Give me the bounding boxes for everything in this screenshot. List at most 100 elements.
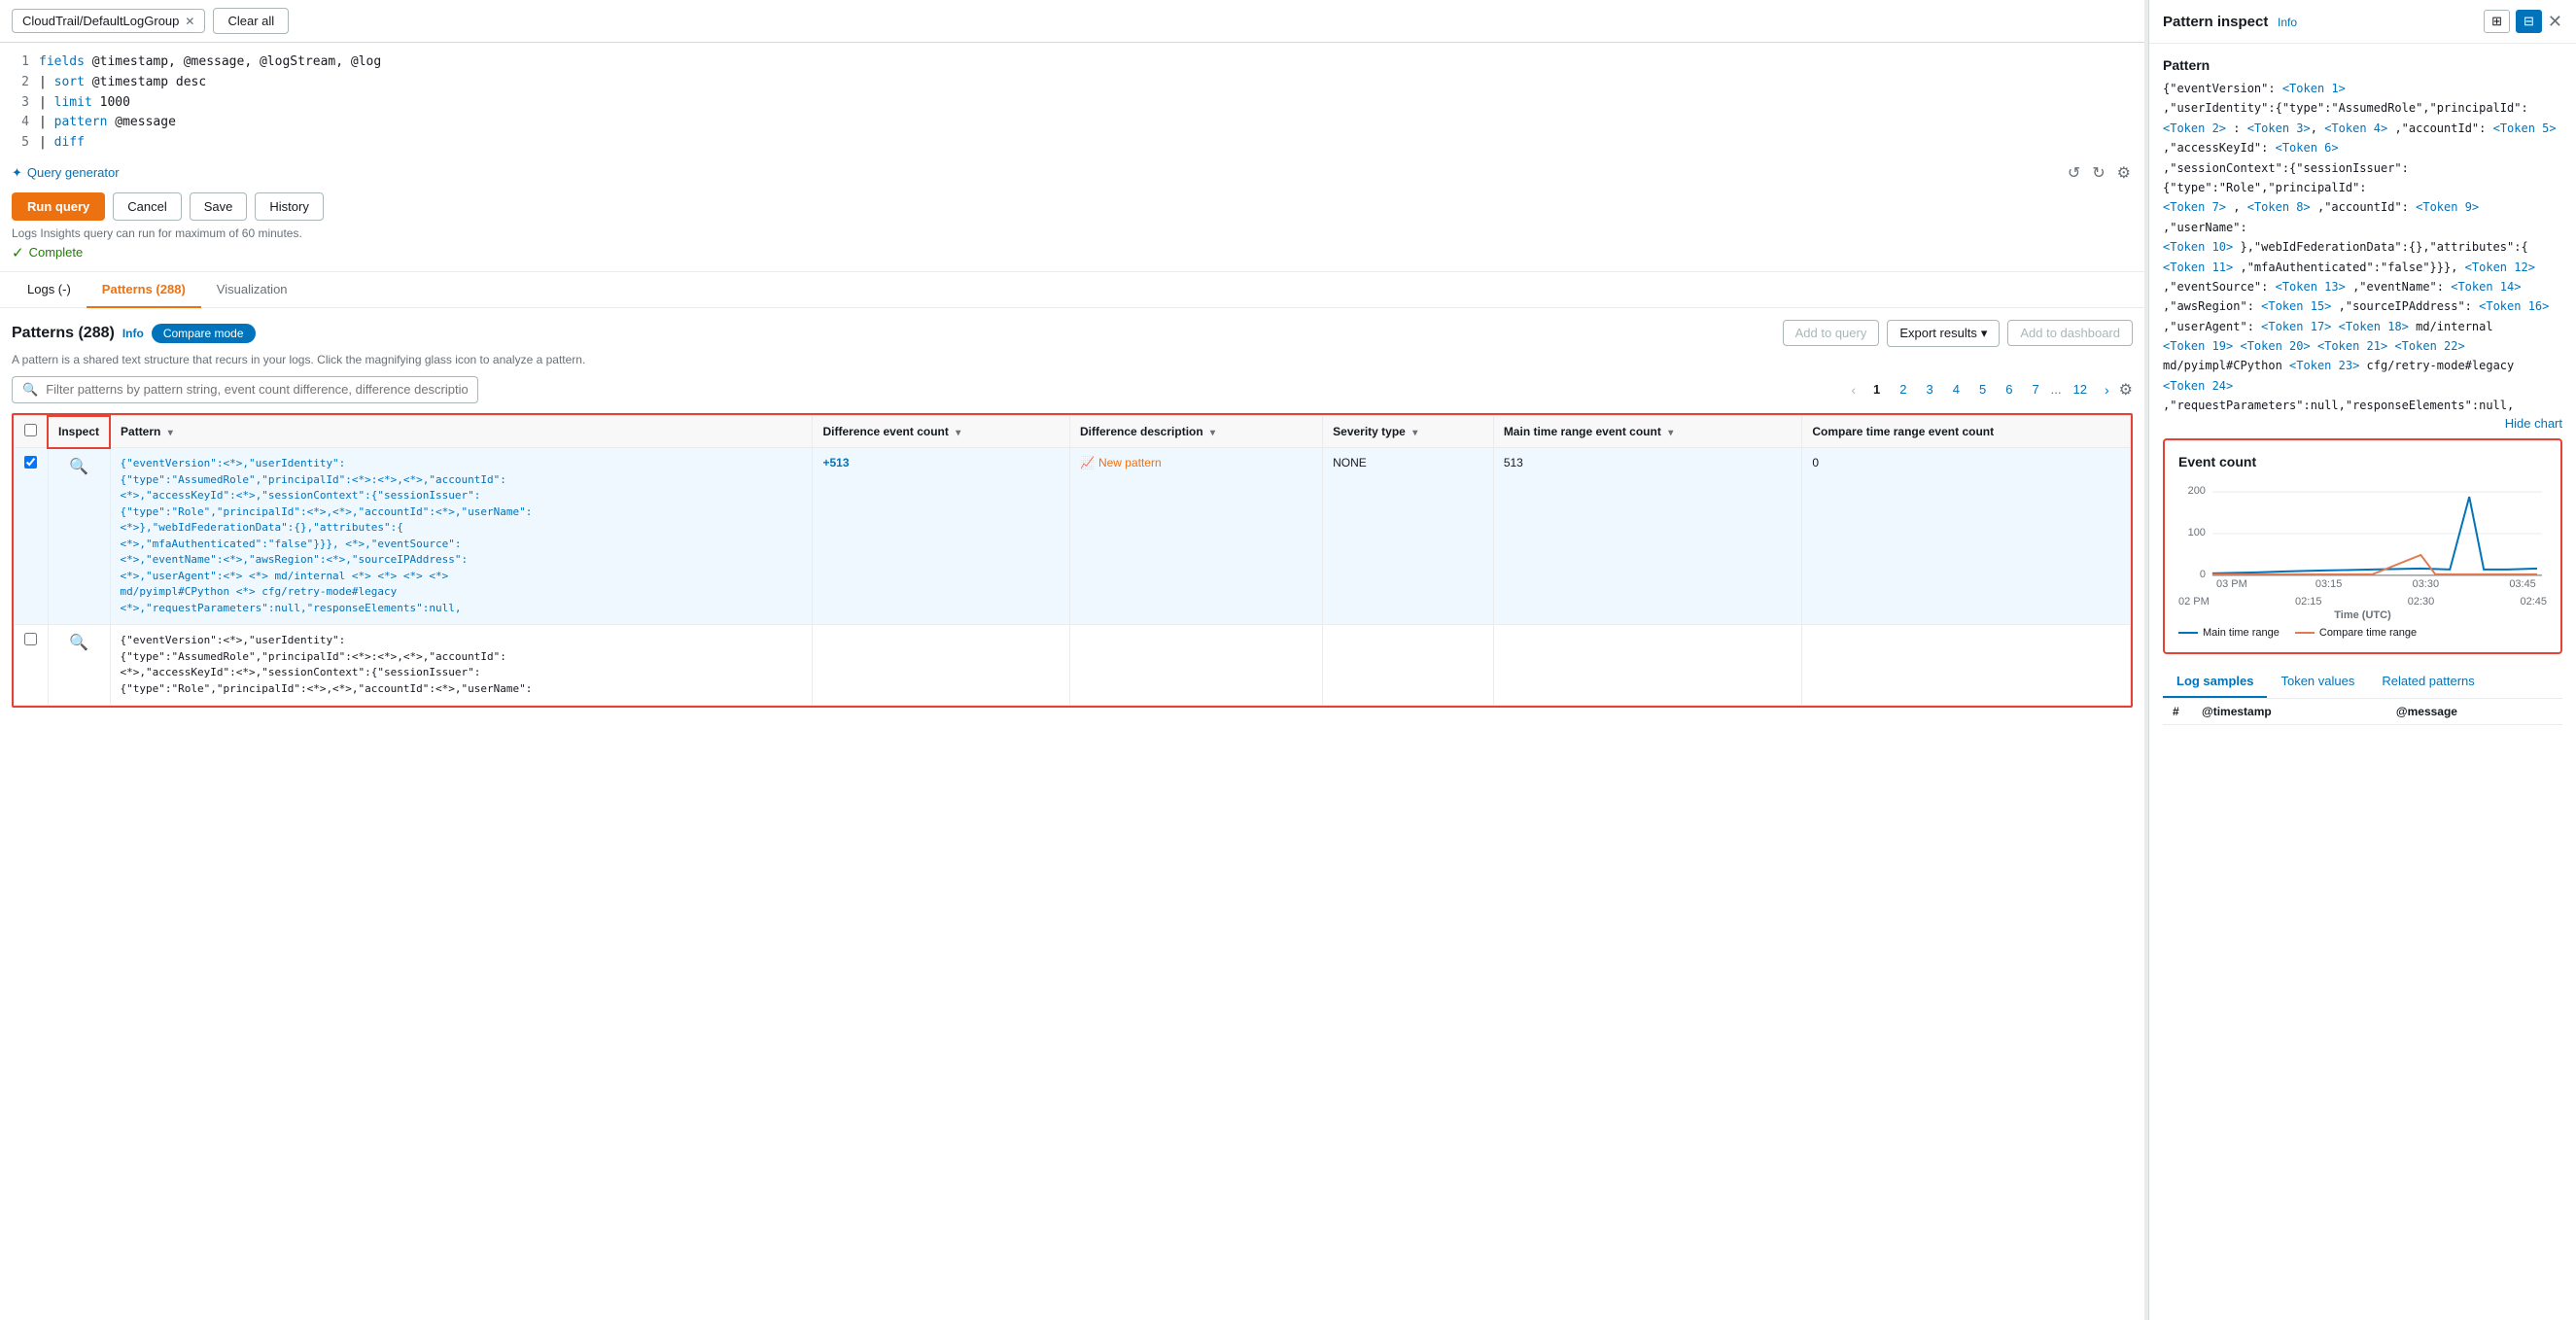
query-generator-link[interactable]: ✦ Query generator — [12, 165, 120, 181]
close-log-group-icon[interactable]: ✕ — [185, 15, 194, 28]
token-4-link[interactable]: <Token 4> — [2324, 122, 2387, 135]
select-all-checkbox[interactable] — [24, 424, 37, 436]
token-10-link[interactable]: <Token 10> — [2163, 240, 2233, 254]
add-to-dashboard-button[interactable]: Add to dashboard — [2007, 320, 2133, 346]
cancel-button[interactable]: Cancel — [113, 192, 181, 221]
diff-desc-sort-icon[interactable]: ▾ — [1210, 428, 1215, 438]
page-2[interactable]: 2 — [1892, 380, 1914, 399]
diff-count-cell: +513 — [813, 448, 1070, 625]
tab-visualization[interactable]: Visualization — [201, 272, 303, 308]
token-14-link[interactable]: <Token 14> — [2451, 280, 2521, 294]
page-4[interactable]: 4 — [1945, 380, 1967, 399]
search-input[interactable] — [46, 382, 468, 397]
bottom-tabs: Log samples Token values Related pattern… — [2163, 666, 2562, 699]
panel-title: Pattern inspect — [2163, 14, 2268, 30]
token-17-link[interactable]: <Token 17> — [2261, 320, 2331, 333]
tab-log-samples[interactable]: Log samples — [2163, 666, 2267, 698]
token-2-link[interactable]: <Token 2> — [2163, 122, 2226, 135]
token-19-link[interactable]: <Token 19> — [2163, 339, 2233, 353]
pattern-cell: {"eventVersion":<*>,"userIdentity":{"typ… — [110, 625, 813, 706]
page-1[interactable]: 1 — [1865, 380, 1888, 399]
main-range-sort-icon[interactable]: ▾ — [1668, 428, 1673, 438]
hide-chart-link[interactable]: Hide chart — [2163, 416, 2562, 431]
page-5[interactable]: 5 — [1971, 380, 1994, 399]
code-line-4: 4 | pattern @message — [12, 113, 2133, 133]
token-16-link[interactable]: <Token 16> — [2479, 299, 2549, 313]
diff-count-sort-icon[interactable]: ▾ — [956, 428, 960, 438]
token-20-link[interactable]: <Token 20> — [2240, 339, 2310, 353]
compare-mode-button[interactable]: Compare mode — [152, 324, 256, 343]
tab-logs[interactable]: Logs (-) — [12, 272, 87, 308]
right-panel: Pattern inspect Info ⊞ ⊟ ✕ Pattern {"eve… — [2148, 0, 2576, 1320]
export-results-button[interactable]: Export results ▾ — [1887, 320, 2000, 347]
token-5-link[interactable]: <Token 5> — [2493, 122, 2557, 135]
main-event-count-cell: 513 — [1493, 448, 1802, 625]
page-7[interactable]: 7 — [2024, 380, 2046, 399]
token-9-link[interactable]: <Token 9> — [2416, 200, 2479, 214]
history-button[interactable]: History — [255, 192, 323, 221]
chart-svg: 200 100 0 — [2178, 477, 2547, 594]
token-3-link[interactable]: <Token 3> — [2247, 122, 2311, 135]
log-group-label: CloudTrail/DefaultLogGroup — [22, 14, 179, 28]
severity-sort-icon[interactable]: ▾ — [1412, 428, 1417, 438]
diff-description-header: Difference description ▾ — [1069, 416, 1322, 448]
token-24-link[interactable]: <Token 24> — [2163, 379, 2233, 393]
panel-view-button-1[interactable]: ⊞ — [2484, 10, 2510, 33]
token-22-link[interactable]: <Token 22> — [2394, 339, 2464, 353]
token-8-link[interactable]: <Token 8> — [2247, 200, 2311, 214]
settings-button[interactable]: ⚙ — [2115, 161, 2133, 185]
legend-main-label: Main time range — [2203, 627, 2280, 639]
panel-view-button-2[interactable]: ⊟ — [2516, 10, 2542, 33]
row-checkbox[interactable] — [24, 456, 37, 469]
inspect-icon[interactable]: 🔍 — [69, 635, 88, 651]
pagination-next[interactable]: › — [2099, 380, 2115, 399]
code-area: 1 fields @timestamp, @message, @logStrea… — [12, 52, 2133, 154]
sparkle-icon: ✦ — [12, 165, 22, 181]
close-panel-button[interactable]: ✕ — [2548, 12, 2562, 32]
compare-event-count-cell-2 — [1802, 625, 2131, 706]
log-samples-header-row: # @timestamp @message — [2163, 699, 2562, 725]
pattern-sort-icon[interactable]: ▾ — [168, 428, 173, 438]
action-bar: Run query Cancel Save History — [12, 192, 2133, 221]
token-12-link[interactable]: <Token 12> — [2465, 261, 2535, 274]
token-11-link[interactable]: <Token 11> — [2163, 261, 2233, 274]
token-18-link[interactable]: <Token 18> — [2339, 320, 2409, 333]
page-3[interactable]: 3 — [1919, 380, 1941, 399]
tab-related-patterns[interactable]: Related patterns — [2368, 666, 2488, 698]
log-samples-head: # @timestamp @message — [2163, 699, 2562, 725]
diff-count-value: +513 — [822, 456, 849, 469]
tab-token-values[interactable]: Token values — [2267, 666, 2368, 698]
pattern-header: Pattern ▾ — [110, 416, 813, 448]
severity-cell: NONE — [1323, 448, 1494, 625]
legend-blue-line — [2178, 632, 2198, 634]
token-21-link[interactable]: <Token 21> — [2317, 339, 2387, 353]
token-7-link[interactable]: <Token 7> — [2163, 200, 2226, 214]
panel-info-link[interactable]: Info — [2278, 16, 2297, 29]
diff-event-count-header: Difference event count ▾ — [813, 416, 1070, 448]
token-1-link[interactable]: <Token 1> — [2282, 82, 2346, 95]
patterns-area: Patterns (288) Info Compare mode Add to … — [0, 308, 2144, 1320]
token-13-link[interactable]: <Token 13> — [2276, 280, 2346, 294]
token-23-link[interactable]: <Token 23> — [2289, 359, 2359, 372]
page-6[interactable]: 6 — [1998, 380, 2020, 399]
page-12[interactable]: 12 — [2066, 380, 2095, 399]
save-button[interactable]: Save — [190, 192, 248, 221]
row-checkbox-cell — [15, 625, 49, 706]
token-15-link[interactable]: <Token 15> — [2261, 299, 2331, 313]
redo-button[interactable]: ↻ — [2090, 161, 2106, 185]
row-checkbox[interactable] — [24, 633, 37, 645]
clear-all-button[interactable]: Clear all — [213, 8, 289, 34]
chart-legend: Main time range Compare time range — [2178, 627, 2547, 639]
patterns-info-link[interactable]: Info — [122, 327, 144, 340]
add-to-query-button[interactable]: Add to query — [1783, 320, 1880, 346]
undo-button[interactable]: ↺ — [2066, 161, 2082, 185]
run-query-button[interactable]: Run query — [12, 192, 105, 221]
pagination-settings-icon[interactable]: ⚙ — [2119, 380, 2133, 399]
pagination-prev[interactable]: ‹ — [1845, 380, 1862, 399]
patterns-table: Inspect Pattern ▾ Difference event count… — [14, 415, 2131, 707]
log-group-tag: CloudTrail/DefaultLogGroup ✕ — [12, 9, 205, 33]
tab-patterns[interactable]: Patterns (288) — [87, 272, 201, 308]
inspect-icon[interactable]: 🔍 — [69, 459, 88, 475]
chart-container: Event count 200 100 0 — [2163, 438, 2562, 654]
token-6-link[interactable]: <Token 6> — [2276, 141, 2339, 155]
